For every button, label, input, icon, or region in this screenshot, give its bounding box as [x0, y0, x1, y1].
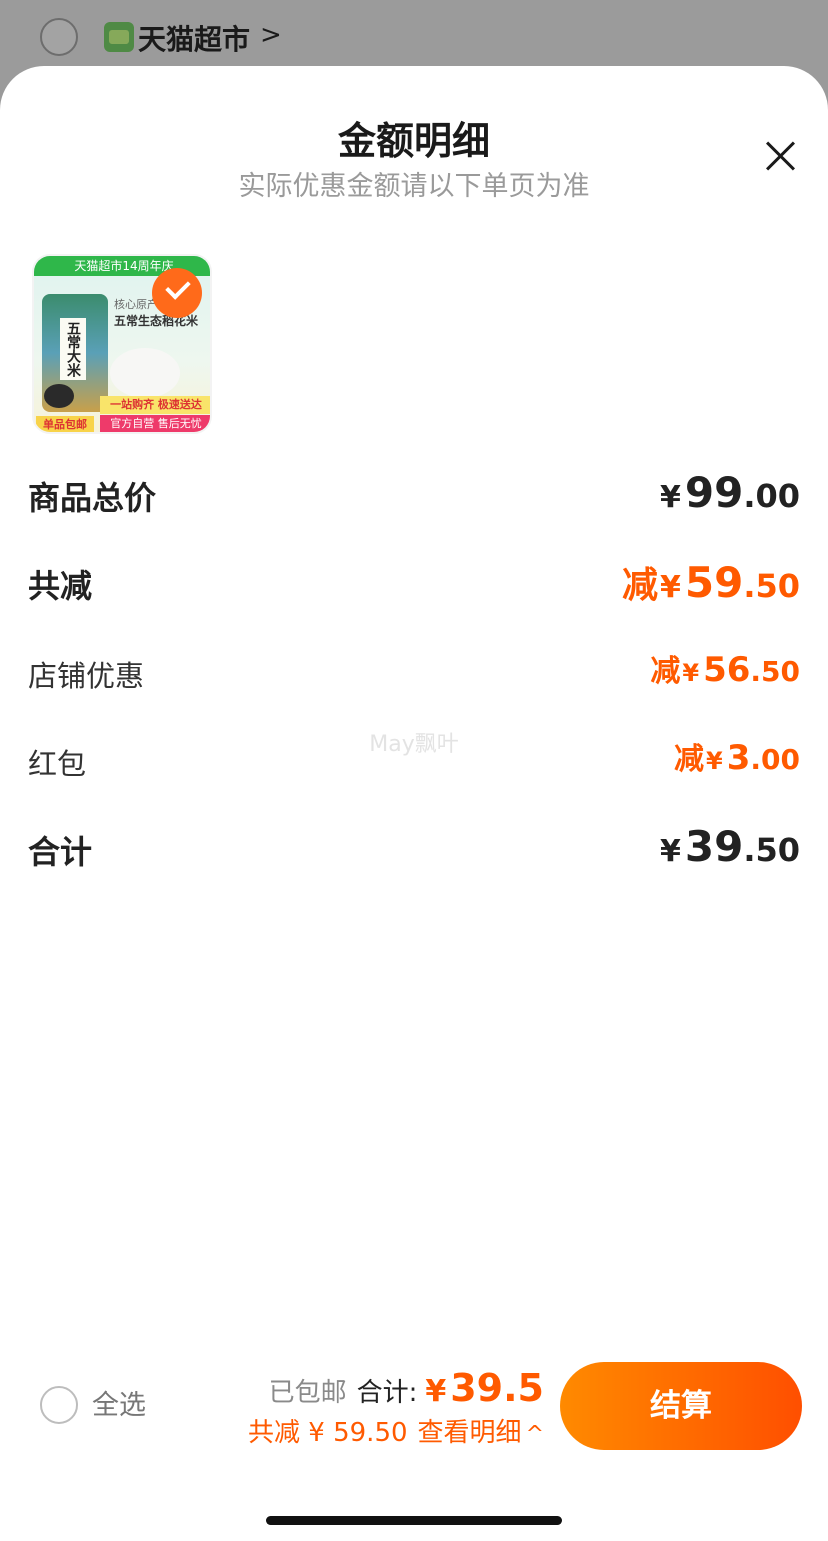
select-all-label[interactable]: 全选 — [92, 1386, 146, 1426]
order-summary: 已包邮 合计: ¥39.5 共减 ¥ 59.50 查看明细 ^ — [220, 1366, 544, 1453]
red-packet-amount: 减¥ 3.00 — [674, 738, 800, 778]
total-amount: ¥39.50 — [659, 822, 800, 871]
sheet-subtitle: 实际优惠金额请以下单页为准 — [238, 171, 590, 202]
store-discount-amount: 减¥ 56.50 — [650, 650, 800, 690]
thumbnail-ad-line1: 一站购齐 极速送达 — [100, 396, 210, 414]
total-label: 合计 — [28, 833, 93, 871]
store-select-radio[interactable] — [40, 18, 78, 56]
thumbnail-ad-line2: 官方自营 售后无忧 — [100, 415, 210, 432]
discount-total-row: 共减 减¥59.50 — [28, 556, 800, 616]
discount-total-label: 共减 — [28, 567, 93, 605]
thumbnail-product-title: 五常生态稻花米 — [114, 314, 199, 328]
selected-check-icon[interactable] — [152, 268, 202, 318]
close-icon[interactable] — [760, 136, 800, 176]
subtotal-label: 商品总价 — [28, 479, 157, 517]
shipping-status: 已包邮 — [268, 1378, 347, 1408]
select-all-radio[interactable] — [40, 1386, 78, 1424]
store-discount-label: 店铺优惠 — [28, 659, 145, 693]
tmall-cat-icon — [44, 384, 74, 408]
sheet-title: 金额明细 — [337, 119, 490, 163]
free-shipping-tag: 单品包邮 — [36, 416, 94, 432]
tmall-market-logo-icon — [104, 22, 134, 52]
total-amount-bottom: ¥39.5 — [425, 1366, 544, 1410]
subtotal-row: 商品总价 ¥99.00 — [28, 468, 800, 528]
checkout-button[interactable]: 结算 — [560, 1362, 802, 1450]
chevron-right-icon[interactable]: > — [260, 20, 282, 50]
red-packet-row: 红包 减¥ 3.00 — [28, 734, 800, 794]
total-label-bottom: 合计: — [356, 1378, 418, 1408]
discount-summary: 共减 ¥ 59.50 — [248, 1418, 408, 1448]
home-indicator — [266, 1516, 562, 1525]
rice-bowl-image — [110, 348, 180, 398]
rice-bag-label: 五常大米 — [60, 318, 86, 380]
store-name[interactable]: 天猫超市 — [138, 18, 250, 58]
red-packet-label: 红包 — [28, 747, 87, 781]
chevron-up-icon[interactable]: ^ — [526, 1422, 544, 1447]
subtotal-amount: ¥99.00 — [659, 468, 800, 517]
total-row: 合计 ¥39.50 — [28, 822, 800, 882]
discount-total-amount: 减¥59.50 — [621, 558, 800, 607]
amount-details-sheet: 金额明细 实际优惠金额请以下单页为准 天猫超市14周年庆 五常大米 核心原产地 … — [0, 66, 828, 1541]
view-details-link[interactable]: 查看明细 — [418, 1418, 522, 1448]
store-discount-row: 店铺优惠 减¥ 56.50 — [28, 646, 800, 706]
